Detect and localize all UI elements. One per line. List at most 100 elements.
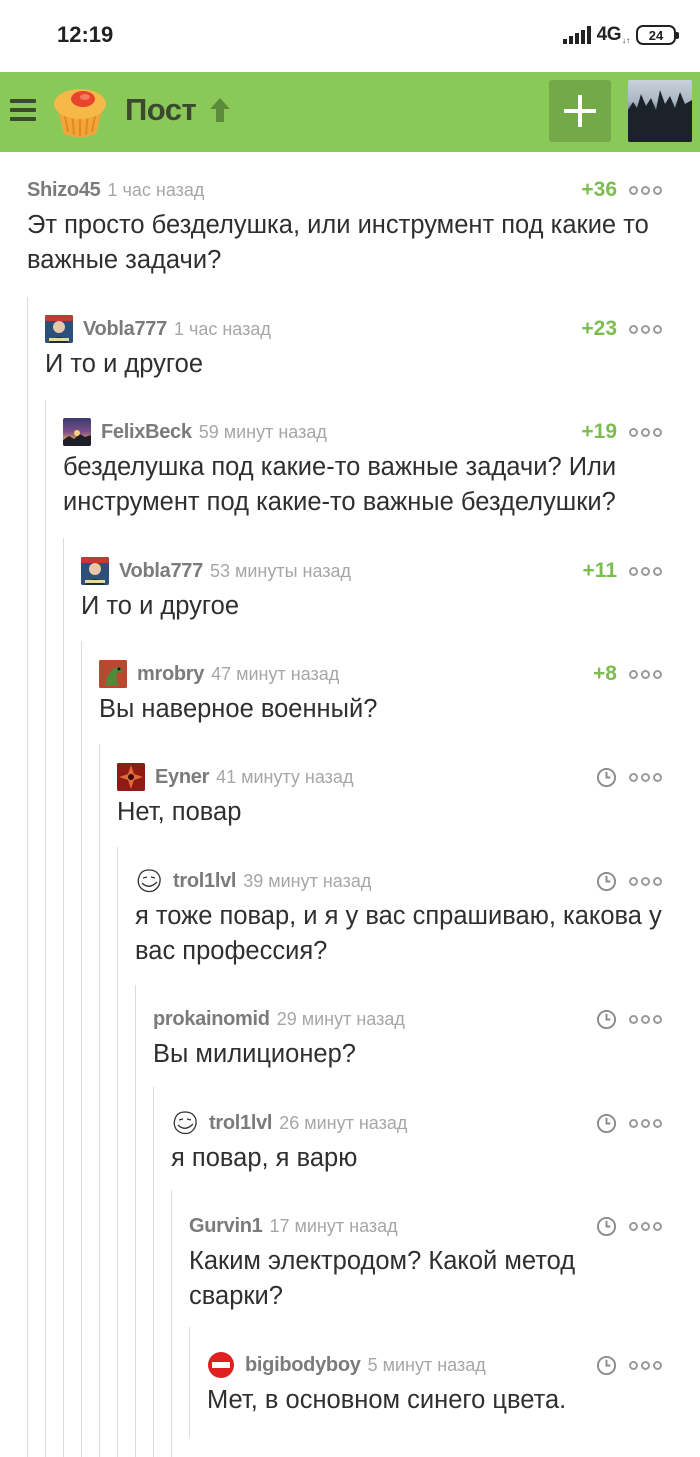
more-options-icon[interactable]	[629, 876, 662, 886]
comment-text: Вы наверное военный?	[99, 695, 378, 723]
comment-timestamp[interactable]: 1 час назад	[107, 180, 204, 201]
comment: prokainomid 29 минут назад Вы милиционер…	[153, 1004, 662, 1072]
menu-icon[interactable]	[10, 99, 36, 121]
comment-actions: +23	[581, 317, 662, 341]
comment-actions	[596, 1113, 662, 1134]
more-options-icon[interactable]	[629, 1360, 662, 1370]
more-options-icon[interactable]	[629, 669, 662, 679]
dinosaur-avatar-icon[interactable]	[99, 660, 127, 688]
trollface-avatar-icon[interactable]	[135, 867, 163, 895]
portrait-avatar-icon[interactable]	[81, 557, 109, 585]
comment-text: Мет, в основном синего цвета.	[207, 1386, 567, 1414]
clock-icon	[596, 1355, 617, 1375]
comment: trol1lvl 26 минут назад я повар, я варю	[171, 1108, 662, 1176]
more-options-icon[interactable]	[629, 1118, 662, 1128]
comment-text: Вы милиционер?	[153, 1040, 356, 1068]
comment-actions: +11	[583, 559, 662, 583]
comment-username[interactable]: bigibodyboy	[245, 1354, 361, 1377]
clock-icon	[596, 1216, 617, 1236]
comment-actions	[596, 1216, 662, 1237]
arrow-up-icon[interactable]	[207, 96, 233, 124]
trollface-avatar-icon[interactable]	[171, 1109, 199, 1137]
more-options-icon[interactable]	[629, 324, 662, 334]
add-post-button[interactable]	[549, 80, 611, 142]
comment-header: Shizo45 1 час назад +36	[27, 175, 662, 205]
page-title: Пост	[125, 92, 197, 127]
comment-actions	[596, 1355, 662, 1376]
more-options-icon[interactable]	[629, 566, 662, 576]
comment-username[interactable]: Eyner	[155, 766, 209, 789]
comment: mrobry 47 минут назад +8 Вы наверное вое…	[99, 659, 662, 727]
comment-timestamp[interactable]: 47 минут назад	[211, 664, 339, 685]
comment-header: prokainomid 29 минут назад	[153, 1004, 662, 1034]
comment-rating: +19	[581, 420, 617, 443]
comment-text: Каким электродом? Какой метод сварки?	[189, 1247, 576, 1310]
comment-header: FelixBeck 59 минут назад +19	[63, 417, 662, 447]
clock-icon	[596, 871, 617, 891]
comment-rating: +8	[593, 662, 617, 685]
status-bar: 12:19 4G ↓↑ 24	[0, 0, 700, 72]
thread-line	[189, 1327, 190, 1437]
comment-rating: +11	[582, 559, 617, 582]
more-options-icon[interactable]	[629, 772, 662, 782]
comment-username[interactable]: trol1lvl	[209, 1112, 272, 1135]
network-type: 4G	[596, 24, 622, 45]
comment-username[interactable]: Gurvin1	[189, 1215, 263, 1238]
comment-timestamp[interactable]: 29 минут назад	[277, 1009, 405, 1030]
comment-text: безделушка под какие-то важные задачи? И…	[63, 453, 617, 516]
comment-username[interactable]: trol1lvl	[173, 870, 236, 893]
comment-actions: +36	[581, 178, 662, 202]
thread-line	[171, 1190, 172, 1457]
clock-icon	[596, 767, 617, 787]
user-avatar[interactable]	[628, 80, 692, 142]
comment-header: bigibodyboy 5 минут назад	[207, 1350, 662, 1380]
status-time: 12:19	[57, 22, 114, 47]
portrait-avatar-icon[interactable]	[45, 315, 73, 343]
comment-text: Эт просто безделушка, или инструмент под…	[27, 211, 649, 274]
comment-header: trol1lvl 39 минут назад	[135, 866, 662, 896]
comment-username[interactable]: FelixBeck	[101, 421, 192, 444]
sunset-avatar-icon[interactable]	[63, 418, 91, 446]
more-options-icon[interactable]	[629, 427, 662, 437]
comment-rating: +23	[581, 317, 617, 340]
comment-timestamp[interactable]: 53 минуты назад	[210, 561, 351, 582]
comment-username[interactable]: Vobla777	[119, 560, 203, 583]
thread-line	[27, 297, 28, 1457]
comment-text: Нет, повар	[117, 798, 242, 826]
comment-username[interactable]: Shizo45	[27, 179, 101, 202]
comment-timestamp[interactable]: 59 минут назад	[199, 422, 327, 443]
more-options-icon[interactable]	[629, 185, 662, 195]
comment-timestamp[interactable]: 41 минуту назад	[216, 767, 353, 788]
pikabu-logo-icon[interactable]	[50, 84, 110, 140]
comment-timestamp[interactable]: 5 минут назад	[368, 1355, 486, 1376]
more-options-icon[interactable]	[629, 1014, 662, 1024]
thread-line	[135, 985, 136, 1457]
thread-line	[99, 744, 100, 1457]
battery-icon: 24	[636, 25, 679, 45]
thread-line	[117, 847, 118, 1457]
emblem-avatar-icon[interactable]	[117, 763, 145, 791]
comment-rating: +36	[581, 178, 617, 201]
clock-icon	[596, 1009, 617, 1029]
app-header: Пост	[0, 72, 700, 152]
battery-level: 24	[648, 27, 664, 43]
comment-username[interactable]: mrobry	[137, 663, 204, 686]
thread-line	[81, 641, 82, 1457]
comment-timestamp[interactable]: 39 минут назад	[243, 871, 371, 892]
comment-header: Vobla777 1 час назад +23	[45, 314, 662, 344]
comment-timestamp[interactable]: 17 минут назад	[269, 1216, 397, 1237]
comment: Shizo45 1 час назад +36 Эт просто бездел…	[27, 175, 662, 278]
comment-username[interactable]: prokainomid	[153, 1008, 270, 1031]
forest-avatar-icon	[628, 90, 692, 142]
comment-timestamp[interactable]: 26 минут назад	[279, 1113, 407, 1134]
comment-timestamp[interactable]: 1 час назад	[174, 319, 271, 340]
comment-username[interactable]: Vobla777	[83, 318, 167, 341]
comment: Gurvin1 17 минут назад Каким электродом?…	[189, 1211, 662, 1314]
more-options-icon[interactable]	[629, 1221, 662, 1231]
comment-header: Gurvin1 17 минут назад	[189, 1211, 662, 1241]
comment-text: И то и другое	[45, 350, 204, 378]
no-entry-avatar-icon[interactable]	[207, 1351, 235, 1379]
comment-header: trol1lvl 26 минут назад	[171, 1108, 662, 1138]
comment-text: я повар, я варю	[171, 1144, 358, 1172]
clock-icon	[596, 1113, 617, 1133]
